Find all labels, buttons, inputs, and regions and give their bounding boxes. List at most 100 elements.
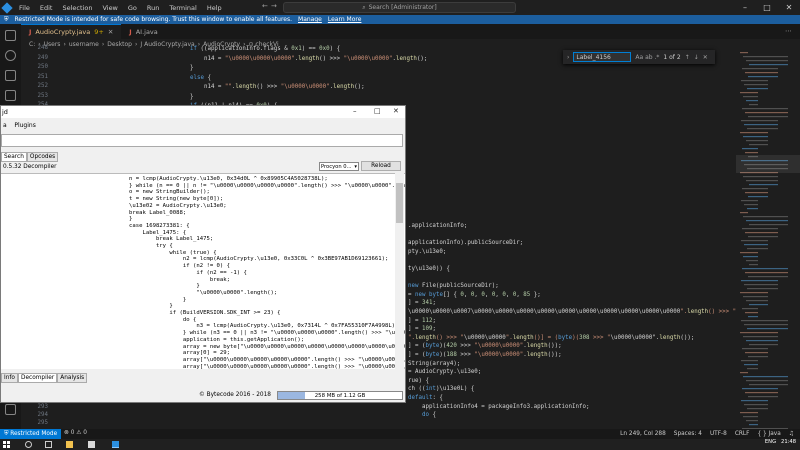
- vscode-taskbar-icon[interactable]: [112, 441, 119, 448]
- menu-item-view[interactable]: View: [97, 4, 122, 12]
- chevron-right-icon[interactable]: ›: [567, 54, 569, 61]
- breadcrumb-item[interactable]: username: [69, 41, 99, 48]
- find-options[interactable]: Aa ab .*: [635, 54, 659, 61]
- explorer-icon[interactable]: [5, 30, 16, 41]
- minimap[interactable]: [736, 50, 800, 429]
- minimap-line: [745, 192, 768, 194]
- run-debug-icon[interactable]: [5, 90, 16, 101]
- minimap-line: [742, 108, 788, 110]
- line-number: 250: [37, 64, 48, 70]
- search-icon[interactable]: [5, 50, 16, 61]
- code-line[interactable]: if ((applicationInfo.flags & 0x1) == 0x0…: [190, 45, 340, 54]
- minimap-line: [745, 232, 778, 234]
- encoding[interactable]: UTF-8: [710, 431, 727, 437]
- menu-item-terminal[interactable]: Terminal: [164, 4, 201, 12]
- minimize-button[interactable]: –: [353, 107, 357, 115]
- back-arrow-icon[interactable]: ←: [262, 2, 268, 10]
- minimap-line: [741, 360, 758, 362]
- scroll-thumb[interactable]: [396, 183, 403, 223]
- menu-item-selection[interactable]: Selection: [57, 4, 97, 12]
- line-ending[interactable]: CRLF: [735, 431, 750, 437]
- learn-more-link[interactable]: Learn More: [328, 16, 362, 23]
- find-result-count: 1 of 2: [663, 53, 681, 61]
- close-button[interactable]: ✕: [778, 0, 800, 15]
- path-field[interactable]: [1, 134, 403, 147]
- close-icon[interactable]: ✕: [108, 28, 113, 36]
- menu-item-edit[interactable]: Edit: [35, 4, 58, 12]
- tab-decompiler[interactable]: Decompiler: [17, 373, 58, 383]
- gear-icon[interactable]: [5, 404, 16, 415]
- minimap-line: [743, 296, 768, 298]
- code-line[interactable]: do {: [408, 411, 436, 420]
- code-line[interactable]: n14 = "".length() >>> "\u0000\u0000".len…: [190, 83, 365, 92]
- minimap-line: [740, 332, 778, 334]
- forward-arrow-icon[interactable]: →: [271, 2, 277, 10]
- cursor-position[interactable]: Ln 249, Col 288: [620, 431, 666, 437]
- decompiled-line: }: [129, 303, 173, 310]
- code-line[interactable]: ty\u13e0)) {: [408, 265, 450, 274]
- file-explorer-icon[interactable]: [66, 441, 73, 448]
- code-line[interactable]: }: [190, 64, 194, 73]
- code-line[interactable]: pty.\u13e0;: [408, 248, 446, 257]
- app-icon[interactable]: [88, 441, 95, 448]
- find-input[interactable]: Label_4156: [573, 52, 632, 62]
- minimap-line: [747, 128, 778, 130]
- decompiled-code[interactable]: n = lcmp(AudioCrypty.\u13e0, 0x34d0L ^ 0…: [1, 173, 405, 369]
- breadcrumb-item[interactable]: Desktop: [107, 41, 132, 48]
- vertical-scrollbar[interactable]: [395, 173, 404, 369]
- restricted-mode-status[interactable]: ⛨ Restricted Mode: [0, 429, 62, 439]
- problems-indicator[interactable]: ⊗ 0 ⚠ 0: [64, 430, 87, 436]
- language-indicator[interactable]: ENG: [765, 439, 776, 445]
- bell-icon[interactable]: ♫: [789, 431, 794, 437]
- menu-item-file[interactable]: File: [14, 4, 35, 12]
- maximize-button[interactable]: □: [756, 0, 778, 15]
- decompiled-line: if (n2 == -1) {: [129, 269, 247, 276]
- close-icon[interactable]: ✕: [703, 54, 708, 61]
- indentation[interactable]: Spaces: 4: [674, 431, 702, 437]
- breadcrumb-item[interactable]: J AudioCrypty.java: [140, 41, 194, 48]
- minimap-line: [740, 92, 758, 94]
- code-line[interactable]: n14 = "\u0000\u0000\u0000".length() >>> …: [190, 55, 427, 64]
- code-line[interactable]: .applicationInfo;: [408, 222, 467, 231]
- command-search[interactable]: ⌕ Search [Administrator]: [283, 2, 516, 13]
- menu-item-go[interactable]: Go: [123, 4, 142, 12]
- menu-item-help[interactable]: Help: [202, 4, 227, 12]
- more-actions-icon[interactable]: ⋯: [785, 27, 792, 35]
- minimize-button[interactable]: –: [734, 0, 756, 15]
- reload-button[interactable]: Reload: [361, 161, 401, 171]
- plugins-menu[interactable]: Plugins: [14, 122, 36, 129]
- minimap-line: [743, 56, 788, 58]
- arrow-up-icon[interactable]: ↑: [685, 54, 690, 61]
- minimap-line: [747, 88, 768, 90]
- clock[interactable]: 21:48: [781, 439, 796, 445]
- manage-link[interactable]: Manage: [298, 16, 322, 23]
- language-mode[interactable]: { } Java: [757, 431, 780, 437]
- minimap-line: [744, 404, 768, 406]
- menu-item-run[interactable]: Run: [142, 4, 164, 12]
- minimap-line: [749, 104, 758, 106]
- search-placeholder: Search [Administrator]: [368, 4, 437, 11]
- code-line[interactable]: else {: [190, 74, 211, 83]
- task-view-icon[interactable]: [45, 441, 52, 448]
- decompiled-line: if (BuildVERSION.SDK_INT >= 23) {: [129, 310, 281, 316]
- menu-item[interactable]: a: [3, 122, 12, 129]
- source-control-icon[interactable]: [5, 70, 16, 81]
- minimap-line: [749, 424, 758, 426]
- tab-opcodes[interactable]: Opcodes: [26, 152, 59, 162]
- decompiler-select[interactable]: Procyon 0... ▾: [319, 162, 359, 171]
- tab-info[interactable]: Info: [1, 373, 18, 383]
- decompiled-line: array[0] = 29;: [129, 350, 231, 357]
- tab-audiocrypty[interactable]: J AudioCrypty.java 9+ ✕: [21, 24, 122, 39]
- chevron-right-icon: ›: [135, 41, 138, 48]
- close-button[interactable]: ✕: [393, 107, 399, 115]
- arrow-down-icon[interactable]: ↓: [694, 54, 699, 61]
- code-line[interactable]: }: [190, 93, 194, 102]
- minimap-line: [740, 132, 768, 134]
- maximize-button[interactable]: □: [374, 107, 381, 115]
- tab-analysis[interactable]: Analysis: [57, 373, 88, 383]
- decompiled-line: case 1698273381: {: [129, 222, 190, 229]
- tab-ai[interactable]: J AI.java: [121, 24, 165, 39]
- tab-search[interactable]: Search: [1, 152, 27, 162]
- search-icon[interactable]: [25, 441, 32, 448]
- windows-start-icon[interactable]: [3, 441, 10, 448]
